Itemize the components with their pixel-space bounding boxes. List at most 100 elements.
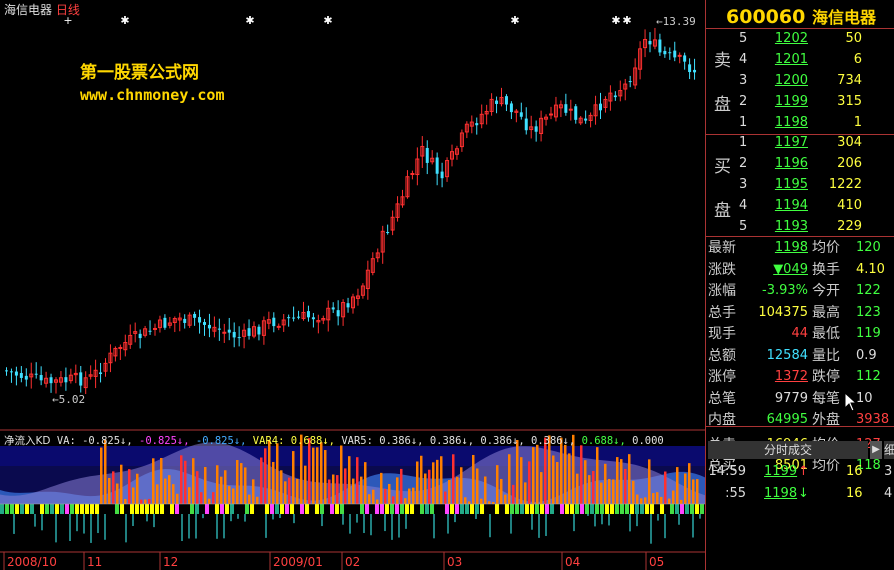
indicator-bar-down [349,514,351,534]
indicator-bar-down [475,514,477,519]
bid-level: 5 [739,219,748,234]
indicator-block [270,504,274,514]
stat-label: 今开 [812,283,840,299]
indicator-block [80,504,84,514]
stat-value: 122 [856,283,881,298]
indicator-bar [592,470,595,504]
ask-row[interactable]: 3 1200 734 [706,71,894,91]
candle-body-down [227,329,231,333]
ask-price: 1198 [774,115,808,130]
candle-body-down [19,373,23,378]
indicator-bar-down [608,514,610,526]
signal-star-icon: ✱ [120,14,129,27]
candle-body-down [203,322,206,325]
detail-tab[interactable]: 细 [884,441,894,459]
bid-row[interactable]: 3 1195 1222 [706,175,894,195]
indicator-block [400,504,404,514]
indicator-bar [420,455,423,504]
candle-body-down [138,333,142,339]
indicator-bar-down [678,514,680,525]
indicator-bar [492,501,495,504]
stat-value: 44 [791,326,808,341]
bid-row[interactable]: 2 1196 206 [706,154,894,174]
indicator-block [40,504,44,514]
indicator-bar [372,489,375,504]
stat-label: 跌停 [812,369,840,385]
indicator-bar [672,490,675,504]
indicator-bar-down [391,514,393,540]
tab-scroll-right-icon[interactable]: ▶ [870,441,882,459]
indicator-block [265,504,269,514]
candle-body-down [217,328,221,330]
indicator-block [300,504,304,514]
indicator-block [20,504,24,514]
candle-body-down [534,126,538,132]
ask-row[interactable]: 2 1199 315 [706,92,894,112]
bid-row[interactable]: 1 1197 304 [706,133,894,153]
ask-row[interactable]: 1 1198 1 [706,113,894,133]
indicator-block [465,504,469,514]
indicator-name[interactable]: 净流入KD [4,435,50,447]
indicator-block [695,504,699,514]
indicator-bar-down [447,514,449,534]
tick-row[interactable]: 14:59 1199 ↑ 16 3 [706,462,894,482]
indicator-bar-down [132,514,134,527]
indicator-value-7: 0.386↓, [524,435,576,447]
indicator-bar [376,499,379,504]
tick-price: 1198 [764,486,798,501]
indicator-bar [348,456,351,504]
tick-trades-tab[interactable]: 分时成交 [708,441,868,459]
indicator-block [605,504,609,514]
indicator-bar [440,456,443,504]
indicator-bar [224,470,227,504]
candle-body-down [688,64,692,73]
bid-row[interactable]: 5 1193 229 [706,217,894,237]
indicator-block [320,504,324,514]
indicator-bar-down [370,514,372,536]
candle-body-up [276,325,281,328]
indicator-block [245,504,249,514]
indicator-block [640,504,644,514]
ask-volume: 315 [837,94,862,109]
indicator-bar [696,479,699,504]
indicator-bar-down [153,514,155,528]
indicator-bar [352,478,355,504]
indicator-block [530,504,534,514]
tick-time: :55 [725,486,746,501]
indicator-bar-down [90,514,92,543]
ask-row[interactable]: 5 1202 50 [706,29,894,49]
indicator-bar [688,463,691,504]
ask-row[interactable]: 4 1201 6 [706,50,894,70]
indicator-bar [516,440,519,504]
period-label[interactable]: 日线 [56,3,80,17]
indicator-bar [568,453,571,504]
indicator-bar [316,447,319,504]
tick-row[interactable]: :55 1198 ↓ 16 4 [706,484,894,504]
indicator-block [480,504,484,514]
indicator-bar [596,447,599,504]
bid-price: 1197 [774,135,808,150]
indicator-bar [656,492,659,504]
indicator-bar [436,459,439,504]
indicator-bar [340,445,343,504]
indicator-bar [588,475,591,504]
candle-body-down [183,318,187,323]
stat-row: 最新 1198 均价 120 [706,238,894,258]
indicator-bar-down [356,514,358,523]
stat-value: 10 [856,390,873,406]
indicator-block [610,504,614,514]
indicator-bar [220,476,223,504]
indicator-block [10,504,14,514]
stat-value: 4.10 [856,261,885,277]
bid-row[interactable]: 4 1194 410 [706,196,894,216]
stat-label: 内盘 [708,412,736,428]
indicator-bar [620,459,623,504]
indicator-bar-down [146,514,148,522]
indicator-bar [460,467,463,504]
indicator-bar [108,477,111,504]
candle-body-down [658,39,662,53]
indicator-block [430,504,434,514]
indicator-bar [608,479,611,504]
indicator-block [380,504,384,514]
stat-value: 9779 [774,390,808,406]
